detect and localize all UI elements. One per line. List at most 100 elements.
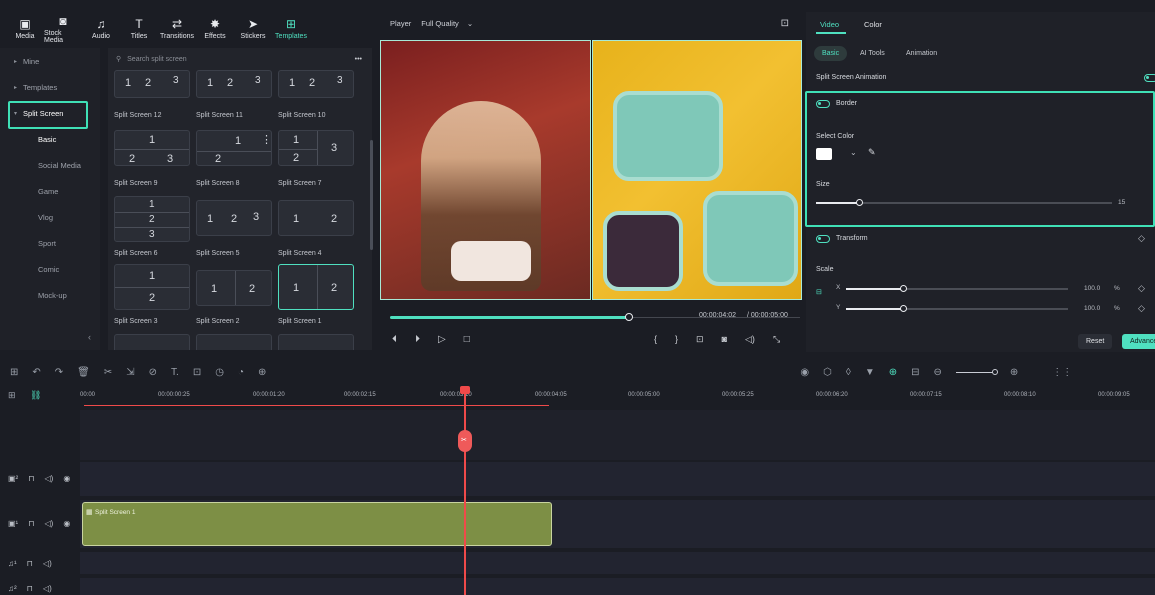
snapshot-icon[interactable]: ⊡ [781, 18, 789, 29]
eye-icon[interactable]: ◉ [63, 519, 70, 528]
display-icon[interactable]: ⊡ [696, 334, 704, 345]
sidebar-item-vlog[interactable]: Vlog [0, 204, 100, 230]
sidebar-item-mock-up[interactable]: Mock-up [0, 282, 100, 308]
next-frame-icon[interactable]: ⏵ [415, 334, 420, 345]
template-card[interactable] [196, 334, 272, 350]
menu-grid-icon[interactable]: ⋮⋮ [1052, 367, 1072, 378]
zoom-slider[interactable] [955, 368, 998, 375]
template-card[interactable]: 123 [114, 130, 190, 166]
shield-icon[interactable]: ⬡ [823, 367, 832, 378]
reset-button[interactable]: Reset [1078, 334, 1113, 349]
tab-video[interactable]: Video [820, 20, 839, 29]
scale-y-value[interactable]: 100.0 [1084, 305, 1100, 312]
speed-icon[interactable]: ◷ [215, 367, 224, 378]
tab-audio[interactable]: ♫ Audio [82, 18, 120, 40]
tab-stock-media[interactable]: ◙ Stock Media [44, 15, 82, 44]
zoom-out-icon[interactable]: ⊖ [934, 367, 942, 378]
keyframe-diamond-icon[interactable]: ◇ [1138, 233, 1145, 244]
grid-scrollbar[interactable] [370, 140, 373, 250]
template-card[interactable] [278, 334, 354, 350]
slider-knob[interactable] [900, 305, 907, 312]
prev-frame-icon[interactable]: ⏴ [392, 334, 397, 345]
redo-icon[interactable]: ↷ [55, 367, 63, 378]
scale-y-slider[interactable] [846, 305, 1068, 312]
template-card[interactable]: 12 [278, 200, 354, 236]
subtab-basic[interactable]: Basic [814, 46, 848, 61]
fullscreen-icon[interactable]: ⤡ [773, 334, 780, 345]
playhead-marker[interactable]: ✂ [458, 430, 472, 452]
quality-dropdown[interactable]: Full Quality ⌄ [421, 19, 473, 28]
tab-media[interactable]: ▣ Media [6, 18, 44, 40]
search-input[interactable]: Search split screen [127, 56, 187, 63]
sidebar-item-basic[interactable]: Basic [0, 126, 100, 152]
more-options-button[interactable]: ••• [355, 56, 362, 63]
subtab-ai-tools[interactable]: AI Tools [852, 46, 893, 61]
sidebar-item-sport[interactable]: Sport [0, 230, 100, 256]
mark-in-icon[interactable]: { [654, 334, 657, 345]
mic-icon[interactable]: ◊ [846, 367, 851, 378]
volume-icon[interactable]: ◁) [745, 334, 755, 345]
lock-icon[interactable]: ⊓ [27, 559, 33, 568]
tab-titles[interactable]: T Titles [120, 18, 158, 40]
template-card[interactable]: 12 [114, 264, 190, 310]
trim-icon[interactable]: ⇲ [126, 367, 134, 378]
tab-stickers[interactable]: ➤ Stickers [234, 18, 272, 40]
captions-icon[interactable]: ⊟ [911, 367, 919, 378]
speaker-icon[interactable]: ◁) [44, 519, 53, 528]
template-card-selected[interactable]: 12 [278, 264, 354, 310]
stop-icon[interactable]: □ [464, 334, 470, 345]
color-icon[interactable]: ◔ [238, 367, 244, 378]
scale-x-slider[interactable] [846, 285, 1068, 292]
progress-knob[interactable] [625, 313, 633, 321]
template-card[interactable]: 123 [278, 70, 354, 98]
lock-ratio-icon[interactable]: ⊟ [816, 288, 822, 296]
transform-toggle[interactable] [816, 235, 830, 243]
speaker-icon[interactable]: ◁) [43, 584, 52, 593]
zoom-in-icon[interactable]: ⊕ [1010, 367, 1018, 378]
track-settings-icon[interactable]: ⊞ [8, 390, 16, 401]
timeline-clip[interactable]: Split Screen 1 ▦ [82, 502, 552, 546]
lock-icon[interactable]: ⊓ [27, 584, 33, 593]
snap-icon[interactable]: ⊕ [889, 367, 897, 378]
play-icon[interactable]: ▷ [438, 334, 446, 345]
mark-out-icon[interactable]: } [675, 334, 678, 345]
subtab-animation[interactable]: Animation [898, 46, 945, 61]
tab-effects[interactable]: ✸ Effects [196, 18, 234, 40]
lock-icon[interactable]: ⊓ [28, 519, 34, 528]
speaker-icon[interactable]: ◁) [43, 559, 52, 568]
playhead[interactable] [464, 388, 466, 595]
sidebar-item-social-media[interactable]: Social Media [0, 152, 100, 178]
template-card[interactable]: 123 [114, 196, 190, 242]
speaker-icon[interactable]: ◁) [44, 474, 53, 483]
keyframe-diamond-icon[interactable]: ◇ [1138, 283, 1145, 294]
tab-color[interactable]: Color [864, 20, 882, 29]
marker-icon[interactable]: ▼ [865, 367, 875, 378]
playhead-handle[interactable] [460, 386, 470, 394]
sidebar-item-comic[interactable]: Comic [0, 256, 100, 282]
text-icon[interactable]: T. [171, 367, 179, 378]
eye-icon[interactable]: ◉ [63, 474, 70, 483]
advanced-button[interactable]: Advance [1122, 334, 1155, 349]
collapse-sidebar-icon[interactable]: ‹ [88, 332, 91, 342]
link-icon[interactable]: ⛓ [30, 390, 41, 401]
split-screen-animation-toggle[interactable] [1144, 74, 1155, 82]
lock-icon[interactable]: ⊓ [28, 474, 34, 483]
sidebar-item-game[interactable]: Game [0, 178, 100, 204]
video-preview[interactable] [380, 40, 802, 300]
tab-templates[interactable]: ⊞ Templates [272, 18, 310, 40]
mask-icon[interactable]: ⊘ [149, 367, 157, 378]
search-bar[interactable]: ⚲ Search split screen ••• [108, 48, 372, 70]
undo-icon[interactable]: ↶ [32, 367, 40, 378]
sidebar-item-mine[interactable]: ▸ Mine [0, 48, 100, 74]
delete-icon[interactable]: 🗑 [77, 367, 90, 378]
ai-icon[interactable]: ⊕ [258, 367, 266, 378]
template-card[interactable]: 123 [114, 70, 190, 98]
template-card[interactable] [114, 334, 190, 350]
template-card[interactable]: 123 [196, 70, 272, 98]
scale-x-value[interactable]: 100.0 [1084, 285, 1100, 292]
timeline-ruler[interactable]: 00:00 00:00:00:25 00:00:01:20 00:00:02:1… [80, 388, 1155, 406]
camera-icon[interactable]: ◙ [722, 334, 727, 345]
tab-transitions[interactable]: ⇄ Transitions [158, 18, 196, 40]
layout-icon[interactable]: ⊞ [10, 367, 18, 378]
slider-knob[interactable] [900, 285, 907, 292]
